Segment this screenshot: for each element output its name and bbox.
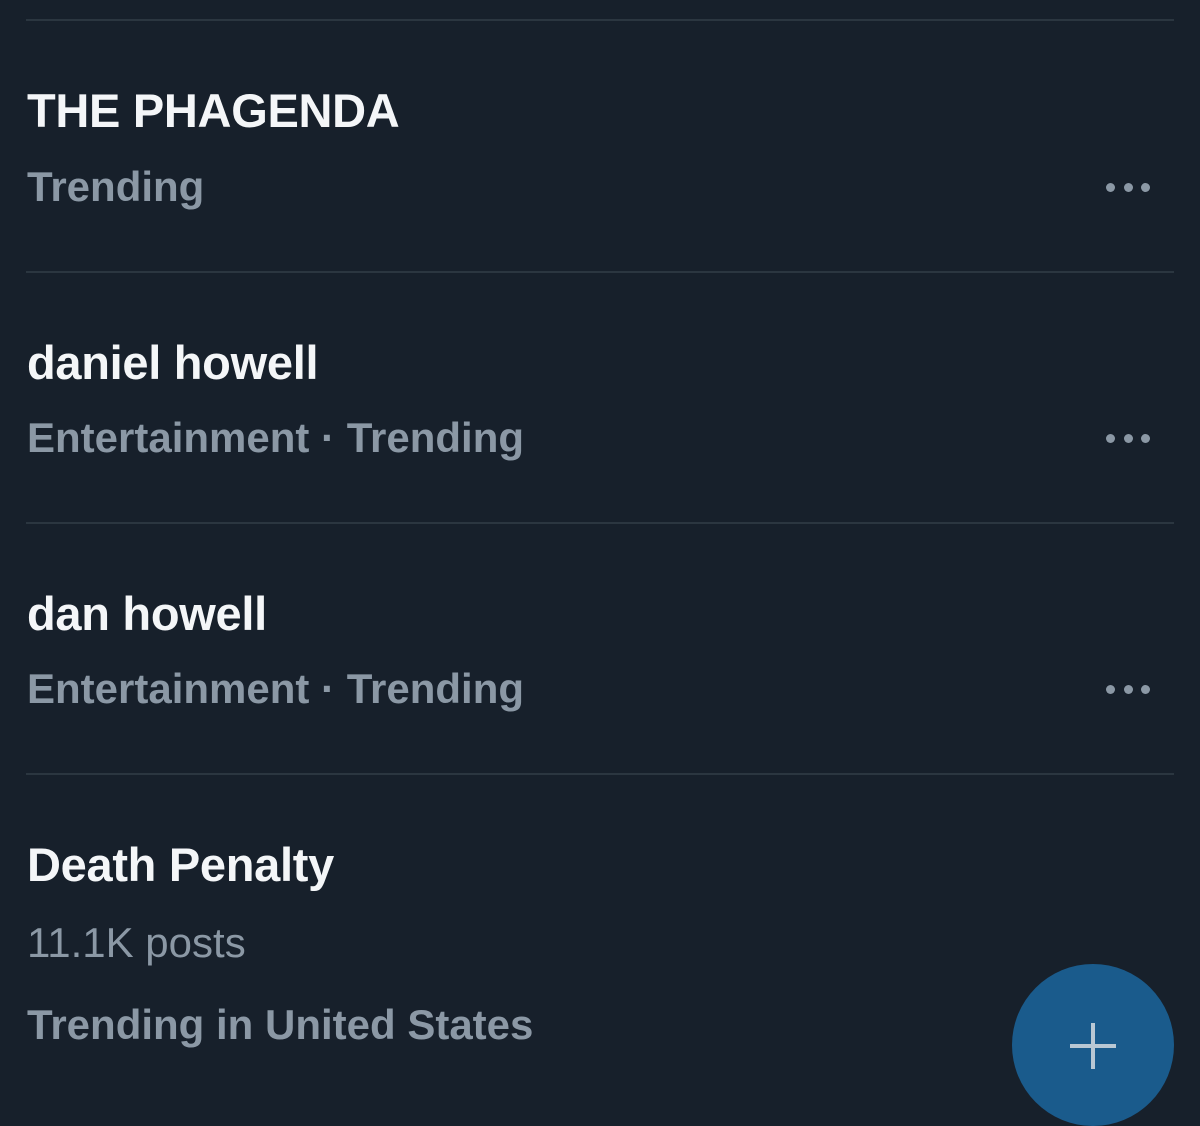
- trend-item-the-phagenda[interactable]: THE PHAGENDA Trending: [0, 21, 1200, 271]
- compose-post-button[interactable]: [1012, 964, 1174, 1126]
- trend-item-dan-howell[interactable]: dan howell Entertainment · Trending: [0, 524, 1200, 773]
- trend-meta: Trending in United States: [27, 1001, 534, 1048]
- trend-title: daniel howell: [27, 336, 319, 389]
- more-horizontal-icon[interactable]: [1106, 683, 1150, 695]
- trend-title: dan howell: [27, 587, 267, 640]
- trend-item-daniel-howell[interactable]: daniel howell Entertainment · Trending: [0, 273, 1200, 522]
- trend-title: Death Penalty: [27, 838, 334, 891]
- trend-title: THE PHAGENDA: [27, 84, 400, 137]
- trend-meta: Trending: [27, 163, 205, 210]
- trend-meta: Entertainment · Trending: [27, 665, 525, 712]
- more-horizontal-icon[interactable]: [1106, 432, 1150, 444]
- trend-meta: Entertainment · Trending: [27, 414, 525, 461]
- trend-post-count: 11.1K posts: [27, 919, 246, 966]
- more-horizontal-icon[interactable]: [1106, 181, 1150, 193]
